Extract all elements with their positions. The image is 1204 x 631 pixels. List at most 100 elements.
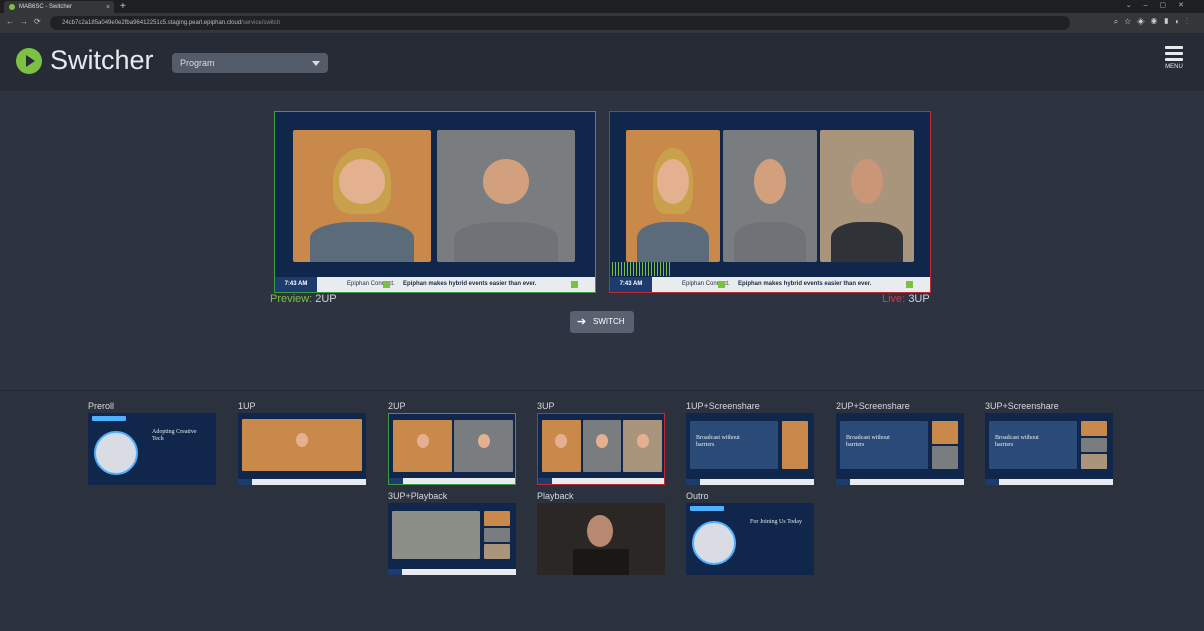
- camera-thumb: [582, 420, 622, 472]
- preview-scene-name: 2UP: [315, 293, 337, 305]
- url-host: 24cb7c2a185a049e0e2fba96412251c5.staging…: [62, 20, 242, 26]
- camera-thumb: [932, 446, 958, 469]
- scene-thumbnail[interactable]: [537, 503, 665, 575]
- divider: [0, 390, 1204, 391]
- scene-tile[interactable]: 1UP: [238, 401, 366, 485]
- switch-label: SWITCH: [593, 317, 625, 326]
- mini-ticker: [538, 478, 664, 484]
- audio-meter: [612, 262, 670, 276]
- screenshare-thumb: Broadcast without barriers: [840, 421, 928, 469]
- person-body: [637, 222, 709, 262]
- address-bar: ←→⟳ 24cb7c2a185a049e0e2fba96412251c5.sta…: [0, 13, 1204, 33]
- presenter-photo: [94, 431, 138, 475]
- scene-label: Playback: [537, 491, 574, 501]
- scene-label: 3UP+Playback: [388, 491, 448, 501]
- scene-tile[interactable]: 3UP: [537, 401, 665, 485]
- scene-thumbnail[interactable]: [388, 503, 516, 575]
- live-scene-name: 3UP: [908, 293, 930, 305]
- live-caption: Live: 3UP: [882, 293, 930, 305]
- person-face: [338, 159, 386, 204]
- camera-feed-3: [820, 130, 914, 262]
- new-tab-icon[interactable]: +: [120, 0, 126, 13]
- person-body: [573, 549, 629, 575]
- lower-third-ticker: 7:43 AM Epiphan Connect. Epiphan makes h…: [610, 277, 930, 292]
- camera-thumb: [1081, 421, 1107, 436]
- scene-thumbnail[interactable]: [238, 413, 366, 485]
- live-monitor[interactable]: 7:43 AM Epiphan Connect. Epiphan makes h…: [609, 111, 931, 293]
- scene-label: 3UP: [537, 401, 555, 411]
- mode-select[interactable]: Program: [172, 53, 328, 73]
- camera-thumb: [542, 420, 581, 472]
- slide-title: Adopting Creative Tech: [152, 429, 197, 442]
- scene-label: 1UP: [238, 401, 256, 411]
- person-body: [309, 222, 415, 262]
- preview-monitor[interactable]: 7:43 AM Epiphan Connect. Epiphan makes h…: [274, 111, 596, 293]
- switch-button[interactable]: ➔ SWITCH: [570, 311, 634, 333]
- menu-label: MENU: [1165, 64, 1183, 70]
- ticker-time: 7:43 AM: [610, 277, 652, 292]
- favicon-icon: [9, 4, 15, 10]
- extension-icons[interactable]: ⌕☆◈◉▮◐⋮: [1114, 17, 1194, 27]
- scene-thumbnail[interactable]: Adopting Creative Tech: [88, 413, 216, 485]
- person-body: [453, 222, 559, 262]
- camera-feed-2: [437, 130, 575, 262]
- scene-tile[interactable]: 2UP+Screenshare Broadcast without barrier…: [836, 401, 964, 485]
- camera-thumb: [932, 421, 958, 444]
- hamburger-icon-line: [1165, 52, 1183, 55]
- screenshare-text: Broadcast without barriers: [696, 435, 740, 448]
- scene-tile[interactable]: 3UP+Playback: [388, 491, 516, 575]
- camera-feed-1: [293, 130, 431, 262]
- scene-label: Preroll: [88, 401, 115, 411]
- scene-tile[interactable]: Preroll Adopting Creative Tech: [88, 401, 216, 485]
- camera-thumb: [242, 419, 362, 471]
- ticker-time: 7:43 AM: [275, 277, 317, 292]
- camera-feed-1: [626, 130, 720, 262]
- scene-thumbnail[interactable]: Broadcast without barriers: [836, 413, 964, 485]
- presenter-photo: [692, 521, 736, 565]
- camera-thumb: [1081, 437, 1107, 453]
- preview-label: Preview:: [270, 293, 313, 305]
- scene-thumbnail[interactable]: Broadcast without barriers: [985, 413, 1113, 485]
- url-field[interactable]: 24cb7c2a185a049e0e2fba96412251c5.staging…: [50, 16, 1070, 30]
- scene-label: 3UP+Screenshare: [985, 401, 1059, 411]
- camera-thumb: [393, 420, 452, 472]
- ticker-bullet-icon: [718, 281, 725, 288]
- person-face: [595, 434, 608, 448]
- mini-ticker: [389, 478, 515, 484]
- camera-thumb: [484, 511, 510, 526]
- mini-ticker: [686, 479, 814, 485]
- window-controls[interactable]: ⌄–▢✕: [1126, 0, 1196, 12]
- arrow-right-icon: ➔: [577, 316, 587, 328]
- mini-ticker: [985, 479, 1113, 485]
- screenshare-thumb: Broadcast without barriers: [989, 421, 1077, 469]
- person-face: [416, 434, 429, 448]
- camera-thumb: [623, 420, 662, 472]
- person-face: [851, 159, 883, 204]
- mini-ticker: [388, 569, 516, 575]
- scene-tile[interactable]: Outro For Joining Us Today: [686, 491, 814, 575]
- page-title: Switcher: [50, 45, 154, 75]
- camera-thumb: [782, 421, 808, 469]
- live-label: Live:: [882, 293, 906, 305]
- scene-tile[interactable]: 2UP: [388, 401, 516, 485]
- browser-tab[interactable]: MAB6SC - Switcher ×: [4, 1, 114, 13]
- scene-thumbnail[interactable]: For Joining Us Today: [686, 503, 814, 575]
- scene-thumbnail[interactable]: [388, 413, 516, 485]
- hamburger-icon-line: [1165, 58, 1183, 61]
- preview-caption: Preview: 2UP: [270, 293, 337, 305]
- person-face: [587, 515, 613, 547]
- scene-thumbnail[interactable]: [537, 413, 665, 485]
- scene-thumbnail[interactable]: Broadcast without barriers: [686, 413, 814, 485]
- browser-tab-title: MAB6SC - Switcher: [19, 4, 73, 10]
- menu-button[interactable]: MENU: [1162, 46, 1186, 70]
- mode-select-value: Program: [180, 58, 215, 68]
- browser-nav-icons[interactable]: ←→⟳: [6, 17, 47, 26]
- mini-ticker: [836, 479, 964, 485]
- hamburger-icon: [1165, 46, 1183, 49]
- close-tab-icon[interactable]: ×: [106, 4, 110, 11]
- scene-tile[interactable]: Playback: [537, 491, 665, 575]
- scene-label: Outro: [686, 491, 709, 501]
- scene-tile[interactable]: 1UP+Screenshare Broadcast without barrier…: [686, 401, 814, 485]
- scene-tile[interactable]: 3UP+Screenshare Broadcast without barrier…: [985, 401, 1113, 485]
- person-face: [657, 159, 689, 204]
